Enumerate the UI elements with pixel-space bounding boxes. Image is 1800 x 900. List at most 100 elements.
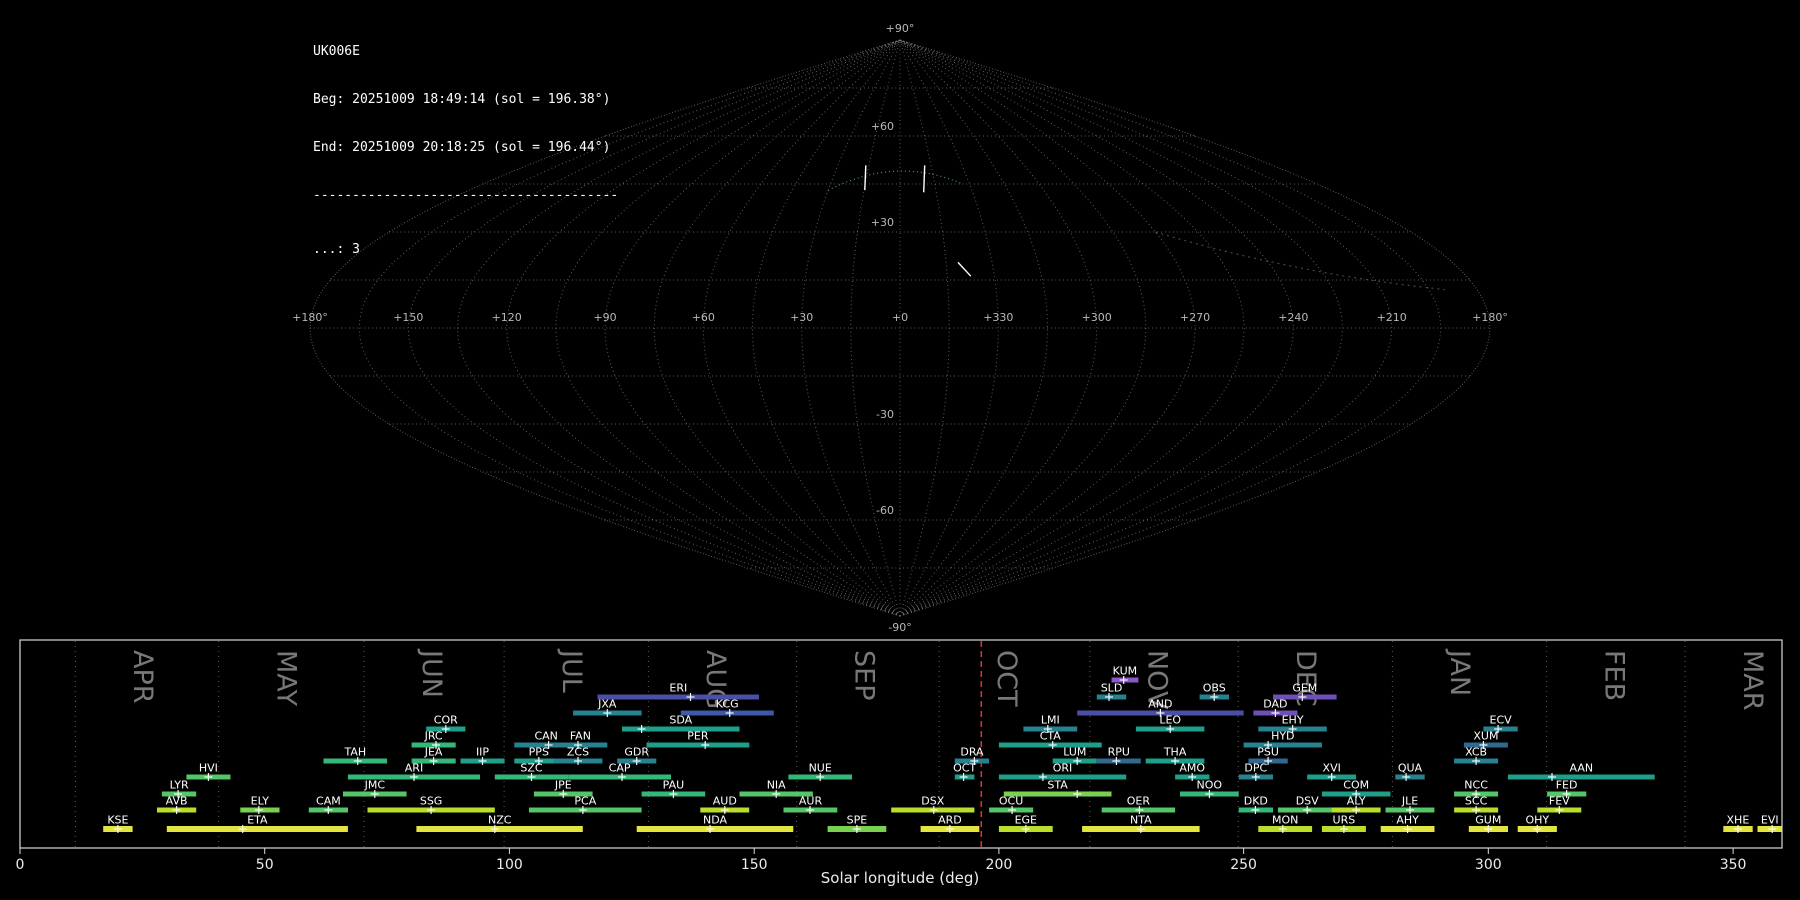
shower-label-AUD: AUD bbox=[713, 795, 737, 808]
lat-label: -30 bbox=[876, 408, 894, 421]
shower-label-SZC: SZC bbox=[520, 762, 543, 775]
shower-label-DKD: DKD bbox=[1244, 795, 1268, 808]
end-time: End: 20251009 20:18:25 (sol = 196.44°) bbox=[313, 140, 611, 155]
shower-label-URS: URS bbox=[1333, 814, 1356, 827]
begin-time: Beg: 20251009 18:49:14 (sol = 196.38°) bbox=[313, 92, 611, 107]
shower-label-ZCS: ZCS bbox=[567, 746, 589, 759]
shower-label-GUM: GUM bbox=[1475, 814, 1501, 827]
shower-bar-ETA bbox=[166, 826, 348, 832]
shower-label-NDA: NDA bbox=[703, 814, 728, 827]
shower-label-GDR: GDR bbox=[624, 746, 649, 759]
shower-peak-ORI bbox=[1038, 773, 1047, 781]
shower-label-DPC: DPC bbox=[1244, 762, 1267, 775]
meteor-track bbox=[864, 165, 867, 191]
lat-label: +30 bbox=[871, 216, 894, 229]
shower-label-AUR: AUR bbox=[799, 795, 823, 808]
shower-label-AND: AND bbox=[1148, 698, 1172, 711]
lon-label: +120 bbox=[492, 311, 522, 324]
shower-label-SSG: SSG bbox=[420, 795, 443, 808]
shower-label-AVB: AVB bbox=[166, 795, 188, 808]
shower-label-STA: STA bbox=[1047, 779, 1068, 792]
shower-label-ELY: ELY bbox=[251, 795, 270, 808]
lon-label: +210 bbox=[1377, 311, 1407, 324]
shower-label-LYR: LYR bbox=[170, 779, 189, 792]
meteor-track bbox=[957, 261, 972, 277]
shower-label-LEO: LEO bbox=[1159, 714, 1181, 727]
shower-label-DRA: DRA bbox=[960, 746, 984, 759]
shower-label-XVI: XVI bbox=[1323, 762, 1341, 775]
month-label-SEP: SEP bbox=[849, 650, 880, 700]
shower-label-SDA: SDA bbox=[669, 714, 692, 727]
shower-label-XCB: XCB bbox=[1465, 746, 1487, 759]
month-label-JAN: JAN bbox=[1444, 648, 1475, 696]
lon-label: +180° bbox=[1472, 311, 1508, 324]
shower-label-KCG: KCG bbox=[716, 698, 739, 711]
shower-label-HVI: HVI bbox=[199, 762, 218, 775]
shower-label-JXA: JXA bbox=[597, 698, 617, 711]
month-label-OCT: OCT bbox=[991, 650, 1022, 707]
shower-label-NIA: NIA bbox=[767, 779, 786, 792]
shower-label-ETA: ETA bbox=[247, 814, 268, 827]
month-label-MAY: MAY bbox=[270, 650, 301, 707]
shower-label-ALY: ALY bbox=[1347, 795, 1366, 808]
shower-label-QUA: QUA bbox=[1398, 762, 1423, 775]
shower-association-arc bbox=[827, 170, 963, 191]
shower-peak-ERI bbox=[686, 693, 695, 701]
shower-label-PAU: PAU bbox=[663, 779, 685, 792]
lat-label: -90° bbox=[888, 621, 911, 634]
month-label-FEB: FEB bbox=[1598, 650, 1629, 701]
shower-label-EGE: EGE bbox=[1015, 814, 1037, 827]
shower-label-OER: OER bbox=[1127, 795, 1151, 808]
shower-label-EHY: EHY bbox=[1282, 714, 1304, 727]
shower-label-ARD: ARD bbox=[938, 814, 962, 827]
shower-label-CAN: CAN bbox=[534, 730, 557, 743]
lon-label: +60 bbox=[692, 311, 715, 324]
shower-label-SPE: SPE bbox=[847, 814, 868, 827]
shower-label-TAH: TAH bbox=[343, 746, 366, 759]
month-label-JUL: JUL bbox=[556, 648, 587, 693]
shower-label-OBS: OBS bbox=[1203, 682, 1226, 695]
shower-label-JRC: JRC bbox=[424, 730, 443, 743]
lon-label: +180° bbox=[292, 311, 328, 324]
lat-label: +90° bbox=[886, 22, 915, 35]
shower-label-HYD: HYD bbox=[1271, 730, 1294, 743]
month-label-MAR: MAR bbox=[1737, 650, 1768, 711]
shower-label-DAD: DAD bbox=[1263, 698, 1287, 711]
shower-label-ORI: ORI bbox=[1053, 762, 1073, 775]
shower-label-SLD: SLD bbox=[1101, 682, 1123, 695]
shower-label-FAN: FAN bbox=[570, 730, 591, 743]
lon-label: +240 bbox=[1278, 311, 1308, 324]
shower-label-DSV: DSV bbox=[1296, 795, 1319, 808]
shower-label-OCU: OCU bbox=[999, 795, 1023, 808]
observation-info: UK006E Beg: 20251009 18:49:14 (sol = 196… bbox=[313, 12, 618, 290]
month-label-JUN: JUN bbox=[416, 648, 447, 698]
shower-peak-SDA bbox=[637, 725, 646, 733]
shower-label-JEA: JEA bbox=[424, 746, 443, 759]
shower-label-AAN: AAN bbox=[1570, 762, 1594, 775]
shower-bar-HYD bbox=[1243, 742, 1322, 748]
lat-label: +60 bbox=[871, 120, 894, 133]
shower-label-THA: THA bbox=[1163, 746, 1187, 759]
shower-label-ECV: ECV bbox=[1490, 714, 1513, 727]
month-label-APR: APR bbox=[127, 650, 158, 704]
meteor-observation-plot: +90° +60 +30 -30 -60 -90° +180° +150 +120 +90 +60 +… bbox=[0, 0, 1800, 900]
sky-and-activity-plot: +90° +60 +30 -30 -60 -90° +180° +150 +120 +90 +60 +… bbox=[16, 22, 1783, 873]
shower-label-MON: MON bbox=[1272, 814, 1298, 827]
shower-label-COR: COR bbox=[434, 714, 458, 727]
shower-label-AHY: AHY bbox=[1396, 814, 1419, 827]
shower-label-FEV: FEV bbox=[1549, 795, 1570, 808]
lon-label: +0 bbox=[892, 311, 908, 324]
shower-label-CAM: CAM bbox=[316, 795, 341, 808]
shower-label-OCT: OCT bbox=[953, 762, 976, 775]
shower-label-ERI: ERI bbox=[669, 682, 687, 695]
shower-bar-NZC bbox=[416, 826, 583, 832]
lon-label: +150 bbox=[393, 311, 423, 324]
shower-label-EVI: EVI bbox=[1761, 814, 1779, 827]
shower-label-JMC: JMC bbox=[364, 779, 386, 792]
shower-label-PSU: PSU bbox=[1257, 746, 1279, 759]
lon-label: +30 bbox=[790, 311, 813, 324]
shower-label-KSE: KSE bbox=[107, 814, 128, 827]
shower-label-XHE: XHE bbox=[1727, 814, 1750, 827]
shower-label-OHY: OHY bbox=[1525, 814, 1549, 827]
lat-label: -60 bbox=[876, 504, 894, 517]
